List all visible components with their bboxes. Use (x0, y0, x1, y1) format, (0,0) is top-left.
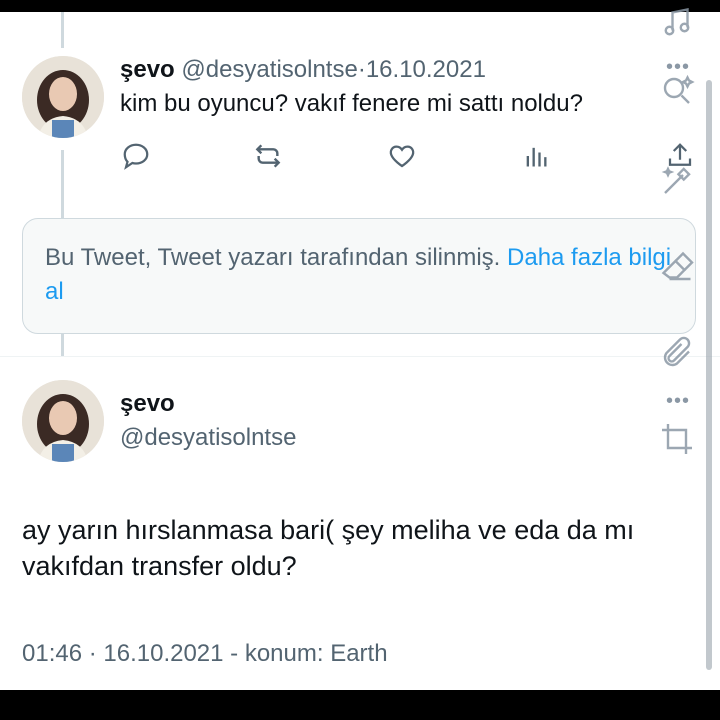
magic-search-icon[interactable] (654, 68, 700, 114)
retweet-icon[interactable] (252, 140, 284, 172)
tweet2-meta: 01:46 · 16.10.2021 - konum: Earth (22, 640, 388, 667)
tweet1-separator: · (357, 56, 366, 83)
tweet1-actions (0, 140, 720, 172)
more-icon[interactable]: ••• (666, 390, 690, 413)
divider (0, 356, 720, 357)
tweet2-handle[interactable]: @desyatisolntse (120, 424, 296, 452)
thread-line-top (61, 12, 64, 48)
reply-icon[interactable] (120, 140, 152, 172)
avatar[interactable] (22, 56, 104, 138)
navigation-bar-bottom (0, 690, 720, 720)
music-icon[interactable] (654, 0, 700, 46)
deleted-notice-text: Bu Tweet, Tweet yazarı tarafından silinm… (45, 244, 501, 271)
deleted-tweet-notice: Bu Tweet, Tweet yazarı tarafından silinm… (22, 218, 696, 334)
tweet1-date[interactable]: 16.10.2021 (366, 56, 486, 83)
tweet1-name[interactable]: şevo (120, 56, 175, 83)
crop-icon[interactable] (654, 416, 700, 462)
tweet1-handle[interactable]: @desyatisolntse (181, 56, 357, 83)
paperclip-icon[interactable] (654, 330, 700, 376)
thread-line-lower (61, 334, 64, 356)
like-icon[interactable] (386, 140, 418, 172)
tweet1-text: kim bu oyuncu? vakıf fenere mi sattı nol… (120, 90, 583, 117)
tweet2-text: ay yarın hırslanmasa bari( şey meliha ve… (22, 515, 635, 581)
eraser-icon[interactable] (654, 244, 700, 290)
avatar[interactable] (22, 380, 104, 462)
tweet2-name[interactable]: şevo (120, 390, 175, 418)
views-icon[interactable] (520, 140, 552, 172)
scrollbar[interactable] (706, 80, 712, 670)
magic-wand-icon[interactable] (654, 158, 700, 204)
tweet1-header: şevo @desyatisolntse·16.10.2021 (120, 56, 486, 84)
status-bar-top (0, 0, 720, 12)
